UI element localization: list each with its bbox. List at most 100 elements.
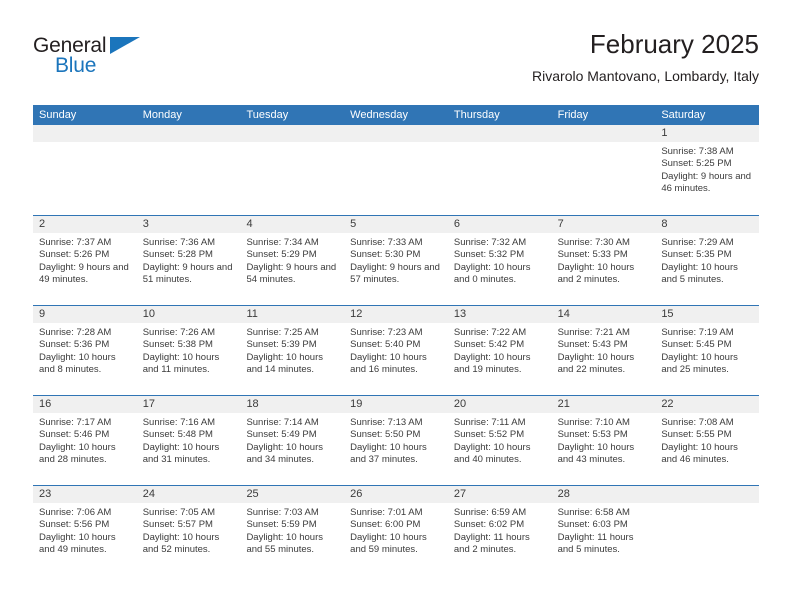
day-number-bar: 18: [240, 396, 345, 413]
sunset-text: Sunset: 6:00 PM: [350, 519, 421, 531]
sunset-text: Sunset: 5:40 PM: [350, 339, 421, 351]
calendar-day-cell[interactable]: 24 Sunrise: 7:05 AM Sunset: 5:57 PM Dayligh…: [136, 486, 241, 575]
day-number-bar: 19: [344, 396, 448, 413]
daylight-text: Daylight: 10 hours and 19 minutes.: [453, 351, 531, 376]
sunset-text: Sunset: 6:03 PM: [557, 519, 628, 531]
general-blue-logo[interactable]: General Blue: [33, 34, 153, 84]
calendar-day-cell[interactable]: 23 Sunrise: 7:06 AM Sunset: 5:56 PM Dayligh…: [33, 486, 137, 575]
calendar-day-cell-empty: [136, 125, 241, 215]
day-sun-info: Sunrise: 7:16 AM Sunset: 5:48 PM Daylight:…: [137, 413, 241, 467]
sunset-text: Sunset: 5:42 PM: [453, 339, 525, 351]
calendar-week-row: 23 Sunrise: 7:06 AM Sunset: 5:56 PM Dayligh…: [33, 485, 760, 575]
calendar-day-cell[interactable]: 22 Sunrise: 7:08 AM Sunset: 5:55 PM Dayligh…: [655, 396, 760, 485]
calendar-day-cell[interactable]: 14 Sunrise: 7:21 AM Sunset: 5:43 PM Dayligh…: [551, 306, 656, 395]
day-sun-info: Sunrise: 6:58 AM Sunset: 6:03 PM Daylight:…: [552, 503, 656, 557]
day-number-bar: [447, 125, 552, 142]
page-title: February 2025: [589, 29, 759, 59]
weekday-header-friday: Friday: [557, 109, 589, 121]
day-number: 1: [661, 127, 668, 139]
calendar-day-cell[interactable]: 12 Sunrise: 7:23 AM Sunset: 5:40 PM Dayligh…: [344, 306, 448, 395]
daylight-text: Daylight: 10 hours and 8 minutes.: [39, 351, 116, 376]
calendar-day-cell[interactable]: 1 Sunrise: 7:38 AM Sunset: 5:25 PM Daylight…: [655, 125, 760, 215]
day-number-bar: 20: [447, 396, 552, 413]
daylight-text: Daylight: 10 hours and 55 minutes.: [246, 531, 324, 556]
calendar-day-cell[interactable]: 5 Sunrise: 7:33 AM Sunset: 5:30 PM Daylight…: [344, 216, 448, 305]
sunrise-text: Sunrise: 6:58 AM: [557, 507, 630, 518]
day-sun-info: Sunrise: 7:37 AM Sunset: 5:26 PM Daylight:…: [33, 233, 137, 287]
sunrise-text: Sunrise: 7:21 AM: [557, 327, 630, 338]
calendar-day-cell[interactable]: 20 Sunrise: 7:11 AM Sunset: 5:52 PM Dayligh…: [447, 396, 552, 485]
day-number: 10: [142, 308, 155, 320]
day-number-bar: 12: [344, 306, 448, 323]
calendar-day-cell[interactable]: 18 Sunrise: 7:14 AM Sunset: 5:49 PM Dayligh…: [240, 396, 345, 485]
calendar-day-cell[interactable]: 27 Sunrise: 6:59 AM Sunset: 6:02 PM Dayligh…: [447, 486, 552, 575]
sunset-text: Sunset: 5:50 PM: [350, 429, 421, 441]
calendar-day-cell[interactable]: 16 Sunrise: 7:17 AM Sunset: 5:46 PM Dayligh…: [33, 396, 137, 485]
calendar-day-cell[interactable]: 25 Sunrise: 7:03 AM Sunset: 5:59 PM Dayligh…: [240, 486, 345, 575]
sunset-text: Sunset: 5:28 PM: [142, 249, 213, 261]
calendar-day-cell[interactable]: 4 Sunrise: 7:34 AM Sunset: 5:29 PM Daylight…: [240, 216, 345, 305]
daylight-text: Daylight: 10 hours and 11 minutes.: [142, 351, 220, 376]
calendar-day-cell[interactable]: 10 Sunrise: 7:26 AM Sunset: 5:38 PM Dayligh…: [136, 306, 241, 395]
sunrise-text: Sunrise: 7:26 AM: [142, 327, 216, 338]
day-sun-info: Sunrise: 6:59 AM Sunset: 6:02 PM Daylight:…: [448, 503, 552, 557]
day-number-bar: 28: [551, 486, 656, 503]
calendar-page: General Blue February 2025 Rivarolo Mant…: [0, 0, 792, 612]
calendar-day-cell[interactable]: 3 Sunrise: 7:36 AM Sunset: 5:28 PM Daylight…: [136, 216, 241, 305]
day-sun-info: Sunrise: 7:36 AM Sunset: 5:28 PM Daylight:…: [137, 233, 241, 287]
sunset-text: Sunset: 5:26 PM: [39, 249, 110, 261]
calendar-week-row: 9 Sunrise: 7:28 AM Sunset: 5:36 PM Daylight…: [33, 305, 760, 395]
sunset-text: Sunset: 5:38 PM: [142, 339, 213, 351]
calendar-day-cell[interactable]: 19 Sunrise: 7:13 AM Sunset: 5:50 PM Dayligh…: [344, 396, 448, 485]
calendar-day-cell[interactable]: 26 Sunrise: 7:01 AM Sunset: 6:00 PM Dayligh…: [344, 486, 448, 575]
day-number-bar: 17: [136, 396, 241, 413]
calendar-day-cell[interactable]: 8 Sunrise: 7:29 AM Sunset: 5:35 PM Daylight…: [655, 216, 760, 305]
day-number-bar: 11: [240, 306, 345, 323]
calendar-day-cell[interactable]: 7 Sunrise: 7:30 AM Sunset: 5:33 PM Daylight…: [551, 216, 656, 305]
calendar-day-cell[interactable]: 11 Sunrise: 7:25 AM Sunset: 5:39 PM Dayligh…: [240, 306, 345, 395]
day-number-bar: 13: [447, 306, 552, 323]
daylight-text: Daylight: 10 hours and 14 minutes.: [246, 351, 324, 376]
calendar-day-cell[interactable]: 17 Sunrise: 7:16 AM Sunset: 5:48 PM Dayligh…: [136, 396, 241, 485]
sunrise-text: Sunrise: 7:33 AM: [350, 237, 423, 248]
day-number-bar: 22: [655, 396, 760, 413]
sunrise-text: Sunrise: 7:06 AM: [39, 507, 112, 518]
calendar-day-cell[interactable]: 2 Sunrise: 7:37 AM Sunset: 5:26 PM Daylight…: [33, 216, 137, 305]
sunrise-text: Sunrise: 7:17 AM: [39, 417, 112, 428]
sunrise-text: Sunrise: 7:08 AM: [661, 417, 734, 428]
day-number: 7: [557, 218, 564, 230]
day-number-bar: 2: [33, 216, 137, 233]
sunset-text: Sunset: 5:48 PM: [142, 429, 213, 441]
calendar-day-cell[interactable]: 21 Sunrise: 7:10 AM Sunset: 5:53 PM Dayligh…: [551, 396, 656, 485]
sunrise-text: Sunrise: 7:01 AM: [350, 507, 423, 518]
day-number: 21: [557, 398, 570, 410]
sunset-text: Sunset: 5:32 PM: [453, 249, 525, 261]
sunset-text: Sunset: 5:46 PM: [39, 429, 110, 441]
day-number: 4: [246, 218, 253, 230]
calendar-day-cell[interactable]: 28 Sunrise: 6:58 AM Sunset: 6:03 PM Dayligh…: [551, 486, 656, 575]
sunset-text: Sunset: 5:29 PM: [246, 249, 317, 261]
day-sun-info: Sunrise: 7:30 AM Sunset: 5:33 PM Daylight:…: [552, 233, 656, 287]
page-header: General Blue February 2025 Rivarolo Mant…: [33, 28, 759, 100]
day-number-bar: [33, 125, 137, 142]
daylight-text: Daylight: 10 hours and 25 minutes.: [661, 351, 738, 376]
sunrise-text: Sunrise: 7:29 AM: [661, 237, 734, 248]
calendar-day-cell[interactable]: 13 Sunrise: 7:22 AM Sunset: 5:42 PM Dayligh…: [447, 306, 552, 395]
day-number: 14: [557, 308, 570, 320]
day-sun-info: Sunrise: 7:25 AM Sunset: 5:39 PM Daylight:…: [240, 323, 344, 377]
day-number-bar: 6: [447, 216, 552, 233]
calendar-day-cell[interactable]: 6 Sunrise: 7:32 AM Sunset: 5:32 PM Daylight…: [447, 216, 552, 305]
sunset-text: Sunset: 5:59 PM: [246, 519, 317, 531]
sunrise-text: Sunrise: 7:11 AM: [453, 417, 526, 428]
calendar-day-cell[interactable]: 15 Sunrise: 7:19 AM Sunset: 5:45 PM Dayligh…: [655, 306, 760, 395]
day-number: 6: [453, 218, 460, 230]
day-number: 11: [246, 308, 258, 320]
day-sun-info: Sunrise: 7:13 AM Sunset: 5:50 PM Daylight:…: [344, 413, 448, 467]
day-number-bar: 15: [655, 306, 760, 323]
day-number-bar: 21: [551, 396, 656, 413]
calendar-day-cell[interactable]: 9 Sunrise: 7:28 AM Sunset: 5:36 PM Daylight…: [33, 306, 137, 395]
day-sun-info: Sunrise: 7:33 AM Sunset: 5:30 PM Daylight:…: [344, 233, 448, 287]
day-number: 12: [350, 308, 363, 320]
day-number-bar: 10: [136, 306, 241, 323]
day-sun-info: Sunrise: 7:01 AM Sunset: 6:00 PM Daylight:…: [344, 503, 448, 557]
